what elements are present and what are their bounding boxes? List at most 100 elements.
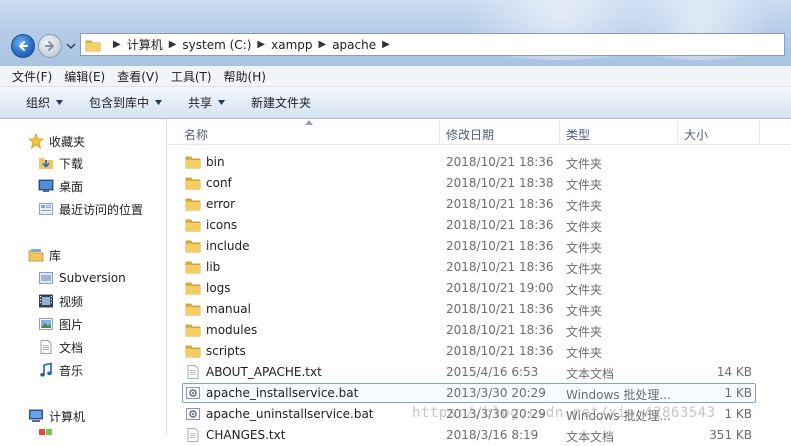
nav-pictures[interactable]: 图片 <box>38 314 83 334</box>
column-name[interactable]: 名称 <box>184 126 208 143</box>
file-row[interactable]: conf 2018/10/21 18:38 文件夹 <box>167 173 791 194</box>
file-row[interactable]: error 2018/10/21 18:36 文件夹 <box>167 194 791 215</box>
nav-documents-label: 文档 <box>59 340 84 355</box>
column-divider[interactable] <box>559 121 560 143</box>
downloads-folder-icon <box>39 158 53 169</box>
include-in-library-button[interactable]: 包含到库中 <box>89 94 163 111</box>
file-type: 文件夹 <box>566 283 603 297</box>
organize-button[interactable]: 组织 <box>26 94 64 111</box>
file-date-modified: 2018/10/21 18:38 <box>446 176 554 190</box>
nav-music[interactable]: 音乐 <box>38 360 83 380</box>
column-size[interactable]: 大小 <box>684 126 708 143</box>
batch-file-icon <box>186 408 200 420</box>
column-divider[interactable] <box>677 121 678 143</box>
nav-computer[interactable]: 计算机 <box>28 406 85 426</box>
file-type: 文件夹 <box>566 199 603 213</box>
folder-icon <box>185 240 201 253</box>
chevron-right-icon[interactable]: ▶ <box>382 39 390 50</box>
nav-desktop-label: 桌面 <box>59 179 84 194</box>
dropdown-arrow-icon <box>218 100 226 105</box>
file-row[interactable]: ABOUT_APACHE.txt 2015/4/16 6:53 文本文档 14 KB <box>167 362 791 383</box>
address-bar[interactable]: ▶ 计算机 ▶ system (C:) ▶ xampp ▶ apache ▶ <box>80 33 785 56</box>
arrow-left-icon <box>19 41 28 51</box>
picture-icon <box>39 318 53 330</box>
nav-downloads-label: 下载 <box>59 156 84 171</box>
file-row[interactable]: lib 2018/10/21 18:36 文件夹 <box>167 257 791 278</box>
computer-icon <box>29 409 43 422</box>
file-size: 351 KB <box>709 428 752 442</box>
dropdown-arrow-icon <box>56 100 64 105</box>
organize-label: 组织 <box>26 96 51 110</box>
chevron-right-icon[interactable]: ▶ <box>169 39 177 50</box>
file-row[interactable]: apache_installservice.bat 2013/3/30 20:29… <box>167 383 791 404</box>
file-type: 文件夹 <box>566 178 603 192</box>
folder-icon <box>185 345 201 358</box>
file-name: icons <box>206 218 238 232</box>
file-size: 1 KB <box>724 386 752 400</box>
menu-view[interactable]: 查看(V) <box>117 68 159 85</box>
star-icon <box>28 133 44 149</box>
menu-file[interactable]: 文件(F) <box>12 68 52 85</box>
file-row[interactable]: include 2018/10/21 18:36 文件夹 <box>167 236 791 257</box>
nav-libraries[interactable]: 库 <box>28 245 61 265</box>
menu-tools[interactable]: 工具(T) <box>171 68 212 85</box>
breadcrumb-computer[interactable]: 计算机 <box>127 36 163 53</box>
folder-icon <box>185 324 201 337</box>
share-label: 共享 <box>188 96 213 110</box>
menu-bar: 文件(F) 编辑(E) 查看(V) 工具(T) 帮助(H) <box>0 66 791 87</box>
file-type: 文件夹 <box>566 346 603 360</box>
file-date-modified: 2018/10/21 18:36 <box>446 302 554 316</box>
file-row[interactable]: modules 2018/10/21 18:36 文件夹 <box>167 320 791 341</box>
share-button[interactable]: 共享 <box>188 94 226 111</box>
breadcrumb-apache[interactable]: apache <box>332 38 376 52</box>
menu-edit[interactable]: 编辑(E) <box>64 68 105 85</box>
nav-desktop[interactable]: 桌面 <box>38 176 83 196</box>
nav-downloads[interactable]: 下载 <box>38 153 83 173</box>
video-icon <box>39 294 53 308</box>
file-date-modified: 2013/3/30 20:29 <box>446 407 546 421</box>
recent-pages-dropdown-icon[interactable] <box>66 42 76 50</box>
nav-pictures-label: 图片 <box>59 317 84 332</box>
file-name: include <box>206 239 250 253</box>
nav-favorites[interactable]: 收藏夹 <box>28 131 85 151</box>
file-row[interactable]: CHANGES.txt 2018/3/16 8:19 文本文档 351 KB <box>167 425 791 446</box>
forward-button[interactable] <box>38 34 62 58</box>
menu-help[interactable]: 帮助(H) <box>224 68 266 85</box>
chevron-right-icon[interactable]: ▶ <box>319 39 327 50</box>
nav-documents[interactable]: 文档 <box>38 337 83 357</box>
breadcrumb-xampp[interactable]: xampp <box>271 38 312 52</box>
folder-icon <box>185 198 201 211</box>
include-in-library-label: 包含到库中 <box>89 96 150 110</box>
breadcrumb-system-drive[interactable]: system (C:) <box>182 38 251 52</box>
folder-icon <box>185 282 201 295</box>
new-folder-button[interactable]: 新建文件夹 <box>251 94 311 111</box>
dropdown-arrow-icon <box>155 100 163 105</box>
desktop-icon <box>38 179 54 192</box>
column-divider[interactable] <box>439 121 440 143</box>
nav-libraries-label: 库 <box>49 248 62 263</box>
chevron-right-icon[interactable]: ▶ <box>257 39 265 50</box>
back-button[interactable] <box>11 34 35 58</box>
nav-recent-places[interactable]: 最近访问的位置 <box>38 199 143 219</box>
nav-recent-label: 最近访问的位置 <box>59 202 144 217</box>
text-file-icon <box>187 365 199 379</box>
column-date-modified[interactable]: 修改日期 <box>446 126 494 143</box>
file-row[interactable]: manual 2018/10/21 18:36 文件夹 <box>167 299 791 320</box>
file-date-modified: 2018/3/16 8:19 <box>446 428 539 442</box>
file-date-modified: 2015/4/16 6:53 <box>446 365 539 379</box>
nav-subversion[interactable]: Subversion <box>38 268 126 288</box>
nav-videos[interactable]: 视频 <box>38 291 83 311</box>
file-name: ABOUT_APACHE.txt <box>206 365 322 379</box>
column-type[interactable]: 类型 <box>566 126 590 143</box>
file-row[interactable]: scripts 2018/10/21 18:36 文件夹 <box>167 341 791 362</box>
file-row[interactable]: icons 2018/10/21 18:36 文件夹 <box>167 215 791 236</box>
file-row[interactable]: apache_uninstallservice.bat 2013/3/30 20:… <box>167 404 791 425</box>
column-divider[interactable] <box>759 121 760 143</box>
file-row[interactable]: logs 2018/10/21 19:00 文件夹 <box>167 278 791 299</box>
chevron-right-icon[interactable]: ▶ <box>113 39 121 50</box>
file-type: 文本文档 <box>566 367 615 381</box>
windows-logo-icon <box>38 427 54 435</box>
folder-icon <box>185 303 201 316</box>
batch-file-icon <box>186 387 200 399</box>
file-row[interactable]: bin 2018/10/21 18:36 文件夹 <box>167 152 791 173</box>
